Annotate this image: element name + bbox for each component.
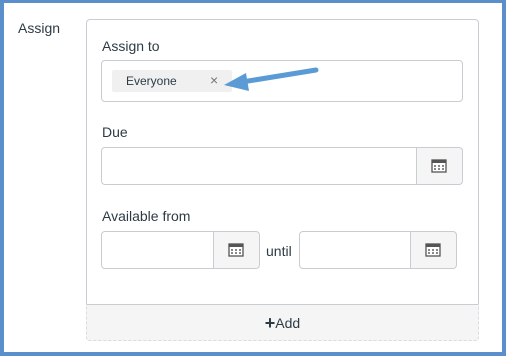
window-frame-right (502, 0, 506, 356)
assignee-token: Everyone × (112, 70, 232, 92)
calendar-icon (425, 243, 441, 257)
available-from-label: Available from (102, 208, 191, 224)
add-button-content: +Add (86, 305, 479, 342)
calendar-icon (228, 243, 244, 257)
due-calendar-button[interactable] (417, 147, 463, 185)
arrow-icon (224, 67, 319, 91)
until-label: until (266, 243, 292, 259)
plus-icon: + (264, 313, 276, 333)
calendar-icon (431, 159, 447, 173)
available-from-input[interactable] (101, 231, 214, 269)
window-frame-top (0, 0, 506, 3)
assign-to-label: Assign to (102, 38, 160, 54)
available-from-calendar-button[interactable] (214, 231, 260, 269)
until-calendar-button[interactable] (411, 231, 457, 269)
add-button-label: Add (275, 315, 301, 331)
window-frame-left (0, 0, 4, 356)
assignee-token-label: Everyone (126, 74, 177, 88)
remove-token-icon[interactable]: × (210, 72, 218, 88)
due-label: Due (102, 124, 128, 140)
window-frame-bottom (0, 352, 506, 356)
add-assignment-button[interactable]: +Add (86, 304, 479, 341)
until-date-input[interactable] (299, 231, 411, 269)
due-date-input[interactable] (101, 147, 417, 185)
section-label: Assign (18, 20, 61, 36)
